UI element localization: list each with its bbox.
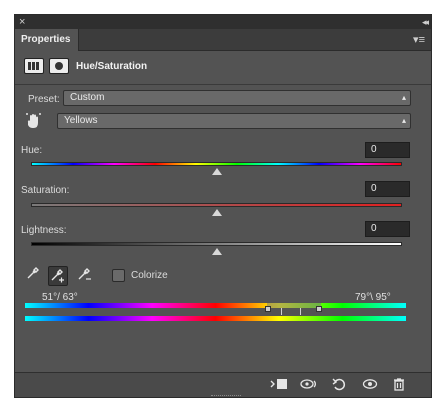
dropdown-arrows-icon: ▴ — [401, 116, 406, 125]
eyedropper-icon[interactable] — [23, 266, 43, 286]
hue-slider-thumb[interactable] — [211, 168, 222, 175]
range-selection[interactable] — [267, 303, 321, 308]
output-color-bar — [25, 316, 406, 321]
hue-value-field[interactable]: 0 — [365, 142, 410, 158]
saturation-slider-thumb[interactable] — [211, 209, 222, 216]
hue-slider-track[interactable] — [31, 162, 402, 166]
channel-dropdown[interactable]: Yellows ▴ — [57, 113, 411, 129]
input-color-bar — [25, 303, 406, 308]
preset-label: Preset: — [28, 94, 60, 105]
eyedropper-minus-icon[interactable] — [75, 266, 95, 286]
panel-titlebar: × ◂◂ — [15, 15, 431, 29]
mask-icon[interactable] — [49, 58, 69, 74]
close-icon[interactable]: × — [19, 15, 25, 29]
range-falloff-right-handle[interactable] — [316, 306, 322, 312]
saturation-slider-track[interactable] — [31, 203, 402, 207]
trash-icon[interactable] — [389, 377, 409, 393]
hue-label: Hue: — [21, 145, 43, 156]
panel-footer — [15, 372, 431, 397]
saturation-label: Saturation: — [21, 185, 70, 196]
lightness-slider-track[interactable] — [31, 242, 402, 246]
range-inner-right-handle[interactable] — [300, 308, 301, 315]
reset-icon[interactable] — [329, 377, 349, 393]
adjustment-layer-icon[interactable] — [24, 58, 44, 74]
panel-menu-icon[interactable]: ▾≡ — [413, 29, 425, 51]
divider — [15, 84, 431, 85]
adjustment-header: Hue/Saturation — [15, 52, 431, 84]
adjustment-title: Hue/Saturation — [76, 61, 148, 72]
preset-value: Custom — [70, 92, 105, 103]
channel-value: Yellows — [64, 115, 98, 126]
resize-grip[interactable] — [211, 395, 241, 397]
lightness-slider-thumb[interactable] — [211, 248, 222, 255]
range-right-readout: 79°\ 95° — [355, 292, 391, 303]
eyedropper-plus-icon[interactable] — [48, 266, 68, 286]
collapse-icon[interactable]: ◂◂ — [422, 15, 429, 29]
view-previous-state-icon[interactable] — [299, 377, 319, 393]
tab-bar: Properties ▾≡ — [15, 29, 431, 51]
lightness-label: Lightness: — [21, 225, 67, 236]
saturation-value-field[interactable]: 0 — [365, 181, 410, 197]
lightness-value-field[interactable]: 0 — [365, 221, 410, 237]
range-left-readout: 51°/ 63° — [42, 292, 78, 303]
range-falloff-left-handle[interactable] — [265, 306, 271, 312]
preset-dropdown[interactable]: Custom ▴ — [63, 90, 411, 106]
colorize-checkbox[interactable] — [112, 269, 125, 282]
clip-to-layer-icon[interactable] — [269, 377, 289, 393]
tab-properties[interactable]: Properties — [15, 29, 79, 51]
visibility-eye-icon[interactable] — [360, 377, 380, 393]
range-inner-left-handle[interactable] — [281, 308, 282, 315]
dropdown-arrows-icon: ▴ — [401, 93, 406, 102]
properties-panel: × ◂◂ Properties ▾≡ Hue/Saturation Preset… — [14, 14, 432, 398]
targeted-adjustment-hand-icon[interactable] — [25, 112, 43, 130]
colorize-label: Colorize — [131, 270, 168, 281]
